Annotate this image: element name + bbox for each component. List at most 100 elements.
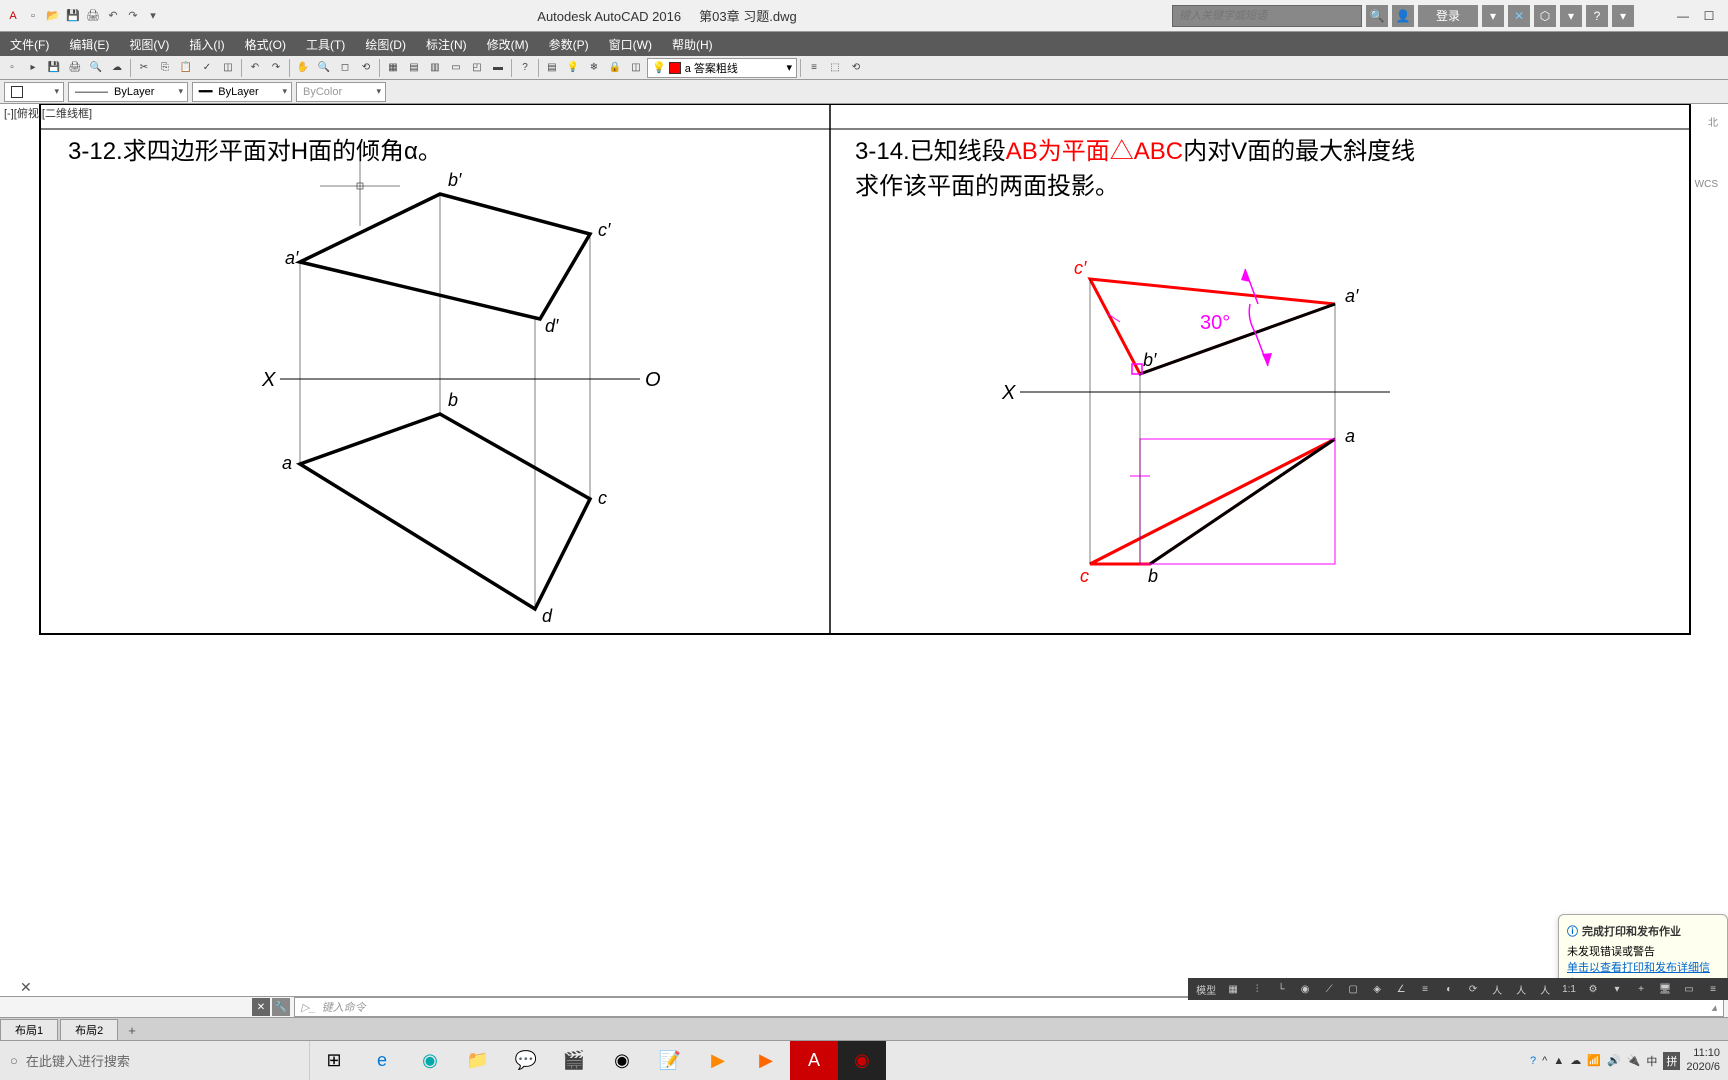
app-icon[interactable]: ▶ bbox=[694, 1041, 742, 1080]
help-tray-icon[interactable]: ? bbox=[1530, 1055, 1536, 1067]
lwt-icon[interactable]: ≡ bbox=[1414, 980, 1436, 998]
tray-clock[interactable]: 11:10 2020/6 bbox=[1686, 1047, 1720, 1073]
layer-lock-icon[interactable]: 🔒 bbox=[605, 58, 625, 78]
search-icon[interactable]: 🔍 bbox=[1366, 5, 1388, 27]
cloud-icon[interactable]: ☁ bbox=[1570, 1054, 1581, 1067]
wechat-icon[interactable]: 💬 bbox=[502, 1041, 550, 1080]
dropdown-icon[interactable]: ▾ bbox=[1482, 5, 1504, 27]
ime-indicator[interactable]: 中 bbox=[1646, 1053, 1657, 1069]
osnap-icon[interactable]: ▢ bbox=[1342, 980, 1364, 998]
model-space-button[interactable]: 模型 bbox=[1192, 982, 1220, 997]
lineweight-dropdown[interactable]: ━━ByLayer bbox=[192, 82, 292, 102]
cmd-history-icon[interactable]: ▴ bbox=[1711, 1001, 1717, 1014]
save-icon[interactable]: 💾 bbox=[64, 7, 82, 25]
dc-icon[interactable]: ▤ bbox=[404, 58, 424, 78]
drawing-viewport[interactable]: [-][俯视][二维线框] 北 WCS 3-12.求四边形平面对H面的倾角α。 … bbox=[0, 104, 1728, 980]
command-input[interactable]: ▷_ 键入命令 ▴ bbox=[294, 997, 1724, 1017]
layer-freeze-icon[interactable]: ❄ bbox=[584, 58, 604, 78]
preview-icon[interactable]: 🔍 bbox=[86, 58, 106, 78]
chrome-icon[interactable]: ◉ bbox=[598, 1041, 646, 1080]
open-icon[interactable]: 📂 bbox=[44, 7, 62, 25]
menu-insert[interactable]: 插入(I) bbox=[179, 32, 234, 56]
maximize-icon[interactable]: ☐ bbox=[1698, 5, 1720, 27]
layer-mgr-icon[interactable]: ▤ bbox=[542, 58, 562, 78]
color-dropdown[interactable] bbox=[4, 82, 64, 102]
menu-help[interactable]: 帮助(H) bbox=[662, 32, 723, 56]
undo-icon[interactable]: ↶ bbox=[104, 7, 122, 25]
menu-parametric[interactable]: 参数(P) bbox=[539, 32, 599, 56]
grid-icon[interactable]: ▦ bbox=[1222, 980, 1244, 998]
menu-tools[interactable]: 工具(T) bbox=[296, 32, 355, 56]
match-icon[interactable]: ✓ bbox=[197, 58, 217, 78]
layer-state-icon[interactable]: ≡ bbox=[804, 58, 824, 78]
snap-icon[interactable]: ⫶ bbox=[1246, 980, 1268, 998]
zoom-rt-icon[interactable]: 🔍 bbox=[314, 58, 334, 78]
media-icon[interactable]: ▶ bbox=[742, 1041, 790, 1080]
layout-tab-2[interactable]: 布局2 bbox=[60, 1019, 118, 1040]
layer-prev-icon[interactable]: ⟲ bbox=[846, 58, 866, 78]
new-icon[interactable]: ▫ bbox=[24, 7, 42, 25]
publish-icon[interactable]: ☁ bbox=[107, 58, 127, 78]
ime-mode[interactable]: 拼 bbox=[1663, 1052, 1680, 1070]
help-icon[interactable]: ? bbox=[1586, 5, 1608, 27]
linetype-dropdown[interactable]: ———ByLayer bbox=[68, 82, 188, 102]
a360-icon[interactable]: ⬡ bbox=[1534, 5, 1556, 27]
notepad-icon[interactable]: 📝 bbox=[646, 1041, 694, 1080]
app-icon[interactable]: ◉ bbox=[406, 1041, 454, 1080]
otrack-icon[interactable]: ∠ bbox=[1390, 980, 1412, 998]
add-icon[interactable]: + bbox=[1630, 980, 1652, 998]
menu-modify[interactable]: 修改(M) bbox=[477, 32, 539, 56]
workspace-icon[interactable]: ▾ bbox=[1606, 980, 1628, 998]
explorer-icon[interactable]: 📁 bbox=[454, 1041, 502, 1080]
polar-icon[interactable]: ◉ bbox=[1294, 980, 1316, 998]
app-icon[interactable]: ◉ bbox=[838, 1041, 886, 1080]
person-icon[interactable]: 人 bbox=[1510, 980, 1532, 998]
minimize-icon[interactable]: — bbox=[1672, 5, 1694, 27]
properties-icon[interactable]: ▦ bbox=[383, 58, 403, 78]
cmd-config-icon[interactable]: 🔧 bbox=[272, 998, 290, 1016]
sheet-icon[interactable]: ▭ bbox=[446, 58, 466, 78]
autocad-icon[interactable]: A bbox=[790, 1041, 838, 1080]
app-menu-icon[interactable]: A bbox=[4, 7, 22, 25]
3dosnap-icon[interactable]: ◈ bbox=[1366, 980, 1388, 998]
plot-icon[interactable]: 🖨 bbox=[84, 7, 102, 25]
block-icon[interactable]: ◫ bbox=[218, 58, 238, 78]
user-icon[interactable]: 👤 bbox=[1392, 5, 1414, 27]
plug-icon[interactable]: 🔌 bbox=[1627, 1054, 1641, 1067]
redo-icon[interactable]: ↷ bbox=[266, 58, 286, 78]
menu-edit[interactable]: 编辑(E) bbox=[59, 32, 119, 56]
paste-icon[interactable]: 📋 bbox=[176, 58, 196, 78]
help-icon[interactable]: ? bbox=[515, 58, 535, 78]
save-icon[interactable]: 💾 bbox=[44, 58, 64, 78]
copy-icon[interactable]: ⎘ bbox=[155, 58, 175, 78]
transparency-icon[interactable]: ◐ bbox=[1438, 980, 1460, 998]
open-icon[interactable]: ▸ bbox=[23, 58, 43, 78]
pan-icon[interactable]: ✋ bbox=[293, 58, 313, 78]
cmd-window-close-icon[interactable]: ✕ bbox=[20, 979, 32, 996]
clean-icon[interactable]: ▭ bbox=[1678, 980, 1700, 998]
person-icon[interactable]: 人 bbox=[1534, 980, 1556, 998]
cycling-icon[interactable]: ⟳ bbox=[1462, 980, 1484, 998]
person-icon[interactable]: 人 bbox=[1486, 980, 1508, 998]
redo-icon[interactable]: ↷ bbox=[124, 7, 142, 25]
menu-dimension[interactable]: 标注(N) bbox=[416, 32, 477, 56]
qat-dropdown-icon[interactable]: ▾ bbox=[144, 7, 162, 25]
cut-icon[interactable]: ✂ bbox=[134, 58, 154, 78]
calc-icon[interactable]: ▬ bbox=[488, 58, 508, 78]
menu-file[interactable]: 文件(F) bbox=[0, 32, 59, 56]
layer-color-icon[interactable]: ◫ bbox=[626, 58, 646, 78]
infocenter-search-input[interactable] bbox=[1172, 5, 1362, 27]
chevron-up-icon[interactable]: ^ bbox=[1542, 1055, 1547, 1067]
ortho-icon[interactable]: └ bbox=[1270, 980, 1292, 998]
customize-icon[interactable]: ≡ bbox=[1702, 980, 1724, 998]
plot-style-dropdown[interactable]: ByColor bbox=[296, 82, 386, 102]
layer-dropdown[interactable]: 💡 a 答案粗线 ▾ bbox=[647, 58, 797, 78]
menu-view[interactable]: 视图(V) bbox=[119, 32, 179, 56]
login-button[interactable]: 登录 bbox=[1418, 5, 1478, 27]
annotation-scale[interactable]: 1:1 bbox=[1558, 984, 1580, 995]
volume-icon[interactable]: 🔊 bbox=[1607, 1054, 1621, 1067]
layer-iso-icon[interactable]: ⬚ bbox=[825, 58, 845, 78]
app-icon[interactable]: 🎬 bbox=[550, 1041, 598, 1080]
edge-icon[interactable]: e bbox=[358, 1041, 406, 1080]
markup-icon[interactable]: ◰ bbox=[467, 58, 487, 78]
